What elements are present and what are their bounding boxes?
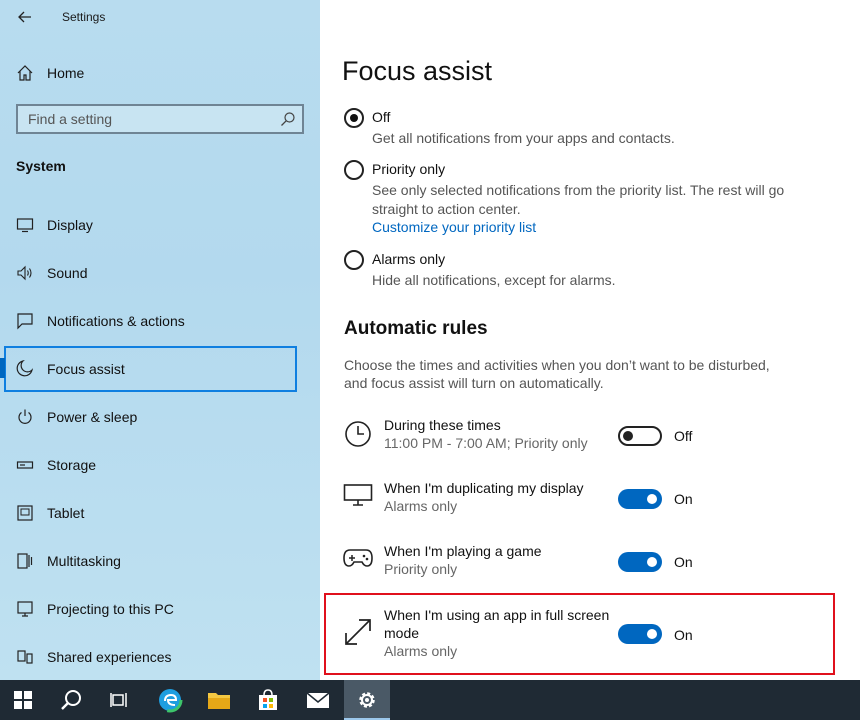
sidebar-item-focus-assist[interactable]: Focus assist: [0, 346, 320, 392]
sidebar-item-label: Multitasking: [47, 553, 121, 569]
windows-start-icon[interactable]: [0, 680, 46, 720]
gamepad-icon: [342, 542, 374, 574]
sidebar-item-label: Power & sleep: [47, 409, 138, 425]
rule-subtitle: 11:00 PM - 7:00 AM; Priority only: [384, 435, 588, 451]
radio-description: Get all notifications from your apps and…: [372, 130, 675, 146]
moon-icon: [15, 358, 35, 378]
app-title: Settings: [62, 10, 106, 24]
customize-priority-link[interactable]: Customize your priority list: [372, 219, 536, 235]
radio-button[interactable]: [344, 160, 364, 180]
sidebar-item-label: Shared experiences: [47, 649, 172, 665]
sidebar-item-notifications[interactable]: Notifications & actions: [0, 301, 320, 341]
sidebar-item-label: Focus assist: [47, 361, 125, 377]
toggle-knob: [647, 494, 657, 504]
mail-icon[interactable]: [295, 680, 341, 720]
selection-indicator: [0, 358, 5, 378]
sidebar-item-projecting[interactable]: Projecting to this PC: [0, 589, 320, 629]
toggle-during-times[interactable]: [618, 426, 662, 446]
radio-label: Off: [372, 109, 391, 125]
sidebar: Settings Home System Display Sound Notif…: [0, 0, 320, 680]
sidebar-item-storage[interactable]: Storage: [0, 445, 320, 485]
display-icon: [342, 479, 374, 511]
search-icon[interactable]: [280, 111, 296, 127]
search-icon[interactable]: [48, 680, 94, 720]
taskbar: [0, 680, 860, 720]
monitor-icon: [15, 215, 35, 235]
radio-label: Alarms only: [372, 251, 446, 267]
toggle-knob: [623, 431, 633, 441]
notification-icon: [15, 311, 35, 331]
rule-title: When I'm duplicating my display: [384, 480, 584, 496]
sidebar-item-label: Notifications & actions: [47, 313, 185, 329]
back-arrow-icon: [18, 11, 31, 23]
multitasking-icon: [15, 551, 35, 571]
tablet-icon: [15, 503, 35, 523]
clock-icon: [342, 418, 374, 450]
storage-icon: [15, 455, 35, 475]
sidebar-item-multitasking[interactable]: Multitasking: [0, 541, 320, 581]
speaker-icon: [15, 263, 35, 283]
radio-description: Hide all notifications, except for alarm…: [372, 272, 616, 288]
search-box: [16, 104, 304, 134]
toggle-duplicating-display[interactable]: [618, 489, 662, 509]
rule-subtitle: Priority only: [384, 561, 458, 577]
sidebar-item-label: Display: [47, 217, 93, 233]
title-bar: Settings: [0, 0, 320, 34]
toggle-state-label: On: [674, 554, 693, 570]
back-button[interactable]: [14, 6, 36, 28]
toggle-state-label: On: [674, 491, 693, 507]
home-nav[interactable]: Home: [0, 56, 320, 90]
file-explorer-icon[interactable]: [196, 680, 242, 720]
home-label: Home: [47, 65, 85, 81]
sidebar-item-shared-experiences[interactable]: Shared experiences: [0, 637, 320, 677]
toggle-state-label: Off: [674, 428, 693, 444]
sidebar-item-display[interactable]: Display: [0, 205, 320, 245]
rule-title: During these times: [384, 417, 501, 433]
toggle-knob: [647, 557, 657, 567]
projecting-icon: [15, 599, 35, 619]
home-icon: [15, 63, 35, 83]
radio-label: Priority only: [372, 161, 446, 177]
rule-subtitle: Alarms only: [384, 498, 458, 514]
store-icon[interactable]: [245, 680, 291, 720]
sidebar-item-sound[interactable]: Sound: [0, 253, 320, 293]
sidebar-item-label: Tablet: [47, 505, 85, 521]
shared-experiences-icon: [15, 647, 35, 667]
page-title: Focus assist: [342, 56, 493, 86]
sidebar-item-label: Projecting to this PC: [47, 601, 174, 617]
radio-button[interactable]: [344, 250, 364, 270]
rules-heading: Automatic rules: [344, 318, 488, 339]
search-input[interactable]: [18, 106, 268, 132]
edge-icon[interactable]: [147, 680, 193, 720]
rules-description: Choose the times and activities when you…: [344, 357, 770, 391]
radio-description: See only selected notifications from the…: [372, 182, 785, 217]
settings-gear-icon[interactable]: [344, 680, 390, 720]
sidebar-item-label: Storage: [47, 457, 97, 473]
power-icon: [15, 407, 35, 427]
sidebar-item-power-sleep[interactable]: Power & sleep: [0, 397, 320, 437]
section-title: System: [16, 158, 66, 174]
radio-button[interactable]: [344, 108, 364, 128]
highlight-annotation: [324, 593, 835, 675]
task-view-icon[interactable]: [96, 680, 142, 720]
sidebar-item-label: Sound: [47, 265, 88, 281]
rule-title: When I'm playing a game: [384, 543, 542, 559]
toggle-playing-game[interactable]: [618, 552, 662, 572]
sidebar-item-tablet[interactable]: Tablet: [0, 493, 320, 533]
main-content: Focus assist Off Get all notifications f…: [320, 0, 860, 680]
